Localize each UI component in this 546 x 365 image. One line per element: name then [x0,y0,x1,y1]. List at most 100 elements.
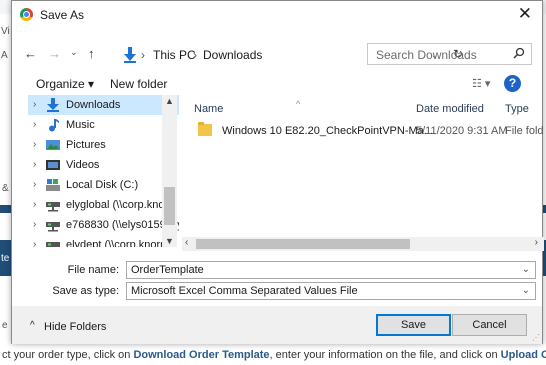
file-name-field[interactable]: OrderTemplate ⌄ [126,261,536,279]
dialog-title: Save As [40,8,85,22]
sidebar-item-label: elyglobal (\\corp.knorr [66,199,172,211]
download-arrow-icon [47,98,59,112]
save-as-type-value: Microsoft Excel Comma Separated Values F… [131,285,358,297]
sidebar-item-label: Downloads [66,99,121,111]
chevron-right-icon[interactable]: › [33,99,36,110]
network-drive-icon [46,242,60,247]
chevron-down-icon[interactable]: ⌄ [522,285,530,296]
close-icon[interactable]: ✕ [518,4,532,24]
save-as-type-label: Save as type: [52,285,119,297]
search-box[interactable]: Search Downloads [367,43,532,65]
hide-folders-label: Hide Folders [44,321,107,333]
hide-folders-button[interactable]: ^ Hide Folders [30,320,107,333]
breadcrumb-separator: › [193,48,197,62]
caption-text: ct your order type, click on [2,349,134,361]
pictures-icon [46,140,60,150]
save-button[interactable]: Save [376,314,451,336]
chevron-right-icon[interactable]: › [33,119,36,130]
file-row[interactable]: Windows 10 E82.20_CheckPointVPN-Ma... 5/… [186,121,544,141]
background-instructions: ct your order type, click on Download Or… [0,346,546,365]
file-type: File folder [505,125,544,137]
breadcrumb-downloads[interactable]: Downloads [203,48,262,62]
upload-template-link[interactable]: Upload Order Te [501,349,546,361]
scroll-down-icon[interactable]: ▼ [165,236,174,246]
column-header-type[interactable]: Type [505,103,529,115]
background-fragment: Vi [1,26,10,37]
recent-locations-icon[interactable]: ⌄ [70,47,78,58]
background-fragment: & [2,183,9,194]
sidebar-item-elyglobal[interactable]: › elyglobal (\\corp.knorr [28,195,179,215]
file-date: 5/11/2020 9:31 AM [416,125,508,137]
view-options-icon[interactable]: ☷ ▾ [472,77,490,90]
sidebar-item-label: Videos [66,159,100,171]
column-header-name[interactable]: Name ^ [194,99,300,115]
sidebar-item-e768830[interactable]: › e768830 (\\elys0159\ely [28,215,179,235]
network-drive-icon [46,222,60,232]
background-fragment: e [2,320,8,331]
sidebar-item-label: elydept (\\corp.knorr-b [66,239,174,247]
scrollbar-thumb[interactable] [196,239,410,249]
search-icon[interactable] [513,47,525,59]
videos-icon [46,160,60,170]
chevron-right-icon[interactable]: › [33,199,36,210]
download-template-link[interactable]: Download Order Template [133,349,269,361]
title-bar: Save As ✕ [12,1,542,29]
sidebar-item-label: Local Disk (C:) [66,179,139,191]
navigation-scrollbar[interactable]: ▲ ▼ [162,95,177,247]
file-name-label: File name: [67,264,119,276]
file-name: Windows 10 E82.20_CheckPointVPN-Ma... [222,125,433,137]
dialog-footer: ^ Hide Folders Save Cancel ⋰ [12,306,542,344]
back-arrow-icon[interactable]: ← [24,46,37,61]
scroll-right-icon[interactable]: › [535,237,538,248]
caption-text: , enter your information on the file, an… [269,349,501,361]
background-fragment: te [1,253,10,264]
resize-grip-icon[interactable]: ⋰ [532,333,540,342]
background-fragment: A [1,50,8,61]
chevron-right-icon[interactable]: › [33,219,36,230]
folder-icon [198,122,212,136]
breadcrumb-this-pc[interactable]: This PC [153,48,196,62]
navigation-bar: ← → ⌄ ↑ › This PC › Downloads ⌄ ↻ Search… [12,43,542,65]
chevron-right-icon[interactable]: › [33,159,36,170]
new-folder-button[interactable]: New folder [110,77,167,91]
sidebar-item-music[interactable]: › Music [28,115,179,135]
chevron-right-icon[interactable]: › [33,239,36,247]
search-input[interactable]: Search Downloads [376,48,477,62]
file-name-value[interactable]: OrderTemplate [131,264,204,276]
column-label: Name [194,103,224,115]
scrollbar-thumb[interactable] [164,187,175,225]
file-list-scrollbar[interactable]: ‹ › [182,237,544,251]
chevron-right-icon[interactable]: › [33,139,36,150]
organize-button[interactable]: Organize ▾ [36,77,94,91]
column-header-date[interactable]: Date modified [416,103,484,115]
chevron-right-icon[interactable]: › [33,179,36,190]
scroll-left-icon[interactable]: ‹ [185,237,188,248]
drive-icon [46,179,60,191]
forward-arrow-icon[interactable]: → [48,46,61,61]
up-arrow-icon[interactable]: ↑ [88,46,95,61]
breadcrumb-separator: › [141,48,145,62]
download-arrow-icon [124,47,136,63]
chrome-icon [20,8,33,21]
sidebar-item-elydept[interactable]: › elydept (\\corp.knorr-b [28,235,179,247]
sidebar-item-videos[interactable]: › Videos [28,155,179,175]
sidebar-item-downloads[interactable]: › Downloads [28,95,179,115]
chevron-down-icon[interactable]: ⌄ [522,264,530,275]
music-icon [49,119,59,132]
command-toolbar: Organize ▾ New folder ☷ ▾ ? [12,73,542,95]
save-as-dialog: Save As ✕ ← → ⌄ ↑ › This PC › Downloads … [11,0,544,344]
chevron-up-icon: ^ [30,320,35,331]
sidebar-item-label: Music [66,119,95,131]
network-drive-icon [46,202,60,212]
cancel-button[interactable]: Cancel [452,314,527,336]
navigation-pane: › Downloads › Music › Pictures › Videos … [28,95,179,247]
scroll-up-icon[interactable]: ▲ [165,96,174,106]
help-icon[interactable]: ? [504,75,521,92]
file-list: Name ^ Date modified Type Windows 10 E82… [182,95,544,237]
sidebar-item-local-disk[interactable]: › Local Disk (C:) [28,175,179,195]
sidebar-item-label: Pictures [66,139,106,151]
sidebar-item-pictures[interactable]: › Pictures [28,135,179,155]
sort-ascending-icon: ^ [296,99,301,109]
save-as-type-select[interactable]: Microsoft Excel Comma Separated Values F… [126,282,536,300]
address-bar[interactable]: › This PC › Downloads ⌄ ↻ [120,43,463,65]
